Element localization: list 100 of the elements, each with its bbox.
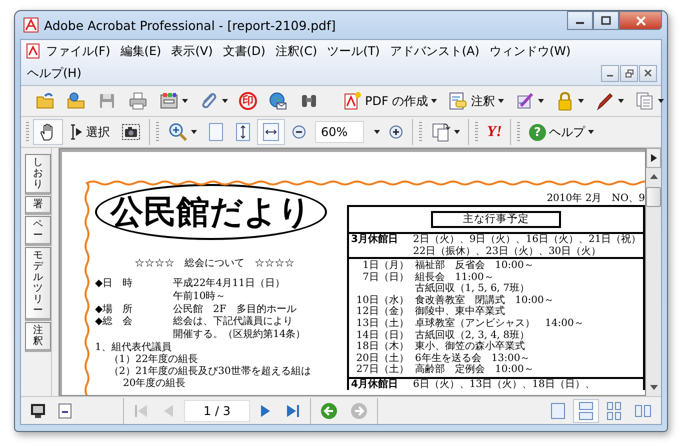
close-button[interactable] bbox=[639, 64, 657, 82]
caret-icon bbox=[618, 99, 624, 103]
detail-text: 午前10時～ bbox=[173, 290, 227, 304]
page-number-field[interactable]: 1 / 3 bbox=[184, 400, 250, 422]
scroll-down-icon[interactable] bbox=[650, 385, 658, 390]
continuous-view-button[interactable] bbox=[573, 398, 599, 422]
fit-width-button[interactable] bbox=[257, 119, 285, 145]
restore-icon bbox=[624, 68, 634, 78]
two-pages-icon bbox=[634, 402, 652, 418]
note-icon bbox=[448, 91, 468, 111]
menu-item[interactable]: 編集(E) bbox=[115, 40, 166, 62]
plus-circle-icon bbox=[388, 124, 404, 140]
page-grid-icon bbox=[606, 402, 622, 420]
side-tab[interactable]: 注釈 bbox=[25, 322, 51, 352]
table-cell-text: 御陵中、東中卒業式 bbox=[415, 306, 505, 318]
document-icon[interactable] bbox=[25, 43, 41, 59]
caret-icon bbox=[454, 130, 460, 134]
caret-icon bbox=[588, 130, 594, 134]
caret-icon bbox=[431, 99, 438, 103]
help-button[interactable]: ? ヘルプ bbox=[524, 119, 599, 145]
caret-icon bbox=[498, 99, 504, 103]
menu-item[interactable]: ウィンドウ(W) bbox=[484, 40, 576, 62]
side-tab[interactable]: しおり bbox=[25, 154, 51, 195]
globe-envelope-icon bbox=[268, 91, 288, 111]
menu-item[interactable]: ツール(T) bbox=[322, 40, 385, 62]
scroll-up-icon[interactable] bbox=[650, 174, 658, 179]
documents-icon bbox=[635, 91, 656, 111]
yahoo-button[interactable]: Y! bbox=[482, 119, 507, 145]
folder-icon bbox=[35, 91, 55, 111]
table-cell-text: 古紙回収（2, 3, 4, 8班） bbox=[415, 330, 530, 341]
issue-date: 2010年 2月 NO、9 bbox=[546, 192, 645, 205]
caret-icon bbox=[658, 99, 664, 103]
table-cell-text: 古紙回収（1, 5, 6, 7班） bbox=[415, 283, 530, 294]
list-item: （2）21年度の組長及び30世帯を超える組は bbox=[108, 366, 312, 378]
minimize-button[interactable] bbox=[567, 11, 593, 30]
maximize-icon bbox=[601, 16, 611, 25]
menu-item[interactable]: ファイル(F) bbox=[41, 40, 116, 62]
caret-icon bbox=[182, 99, 188, 103]
close-icon bbox=[634, 16, 646, 26]
select-tool-button[interactable]: 選択 bbox=[64, 119, 115, 145]
detail-text: 総会は、下記代議員により bbox=[173, 316, 294, 329]
table-cell-text: 組長会 11:00～ bbox=[415, 272, 494, 283]
table-cell: 7日（日） bbox=[362, 272, 409, 283]
side-tab[interactable]: モデルツリー bbox=[25, 247, 51, 321]
table-cell: 14日（日） bbox=[356, 330, 409, 341]
table-cell-text: 食改善教室 閉講式 10:00～ bbox=[415, 294, 554, 306]
create-pdf-button[interactable]: PDF の作成 bbox=[337, 88, 442, 114]
comment-button[interactable]: 注釈 bbox=[443, 88, 510, 114]
detail-label: ◆日 時 bbox=[95, 278, 134, 291]
caret-icon bbox=[222, 99, 228, 103]
newsletter-title: 公民館だより bbox=[110, 190, 312, 232]
right-triangle-icon bbox=[650, 154, 656, 162]
stamp-button[interactable]: 印 bbox=[234, 88, 262, 114]
caret-icon bbox=[374, 130, 380, 134]
printer-icon bbox=[128, 91, 148, 111]
table-cell: 2日（火）、9日（火）、16日（火）、21日（祝） bbox=[413, 234, 642, 246]
table-cell: 20日（土） bbox=[356, 352, 409, 364]
detail-text: 平成22年4月11日（日） bbox=[173, 278, 285, 290]
table-cell-text: 3月休館日 bbox=[351, 234, 399, 247]
maximize-button[interactable] bbox=[593, 11, 619, 30]
scrollbar-thumb[interactable] bbox=[646, 187, 661, 207]
menu-item[interactable]: 文書(D) bbox=[218, 40, 270, 62]
fit-height-icon bbox=[235, 122, 251, 142]
panel-toggle-button[interactable] bbox=[646, 148, 661, 168]
page-icon bbox=[208, 122, 224, 142]
side-tab[interactable]: ペー bbox=[25, 216, 51, 246]
caret-icon bbox=[191, 130, 197, 134]
list-item: （1）22年度の組長 bbox=[108, 354, 200, 366]
app-logo-icon bbox=[23, 17, 39, 33]
minimize-button[interactable] bbox=[601, 64, 619, 82]
table-cell: 福祉部 反省会 10:00～ bbox=[415, 260, 534, 272]
last-page-icon bbox=[285, 402, 301, 418]
right-arrow-circle-icon bbox=[350, 402, 368, 420]
detail-text: 公民館 2F 多目的ホール bbox=[173, 304, 296, 316]
first-page-icon bbox=[133, 402, 149, 418]
menu-item[interactable]: 表示(V) bbox=[166, 40, 218, 62]
menu-item[interactable]: 注釈(C) bbox=[270, 40, 322, 62]
side-tab[interactable]: 署 bbox=[25, 196, 51, 215]
section-heading: ☆☆☆☆ 総会について ☆☆☆☆ bbox=[134, 257, 296, 270]
hand-tool-button[interactable] bbox=[33, 119, 63, 145]
table-cell: 10日（水） bbox=[356, 294, 409, 306]
left-arrow-circle-icon bbox=[320, 402, 338, 420]
new-pdf-icon bbox=[342, 91, 362, 111]
restore-button[interactable] bbox=[620, 64, 638, 82]
minus-circle-icon bbox=[291, 124, 307, 140]
table-cell: 13日（土） bbox=[356, 318, 409, 329]
file-box-icon bbox=[159, 91, 179, 111]
window-icon bbox=[58, 402, 72, 418]
table-cell-text: 6年生を送る会 13:00～ bbox=[415, 352, 530, 364]
table-cell: 1日（月） bbox=[362, 260, 409, 271]
table-cell: 6日（火）、13日（火）、18日（日）、 bbox=[413, 378, 595, 390]
scrollbar[interactable] bbox=[646, 168, 661, 396]
menu-item[interactable]: ヘルプ(H) bbox=[25, 62, 86, 84]
magnifier-plus-icon bbox=[168, 122, 188, 142]
detail-label: ◆場 所 bbox=[95, 304, 134, 316]
close-icon bbox=[644, 69, 652, 77]
caret-icon bbox=[538, 99, 544, 103]
menu-item[interactable]: アドバンスト(A) bbox=[384, 40, 484, 62]
close-button[interactable] bbox=[619, 11, 662, 30]
list-item: 20年度の組長 bbox=[122, 378, 187, 390]
